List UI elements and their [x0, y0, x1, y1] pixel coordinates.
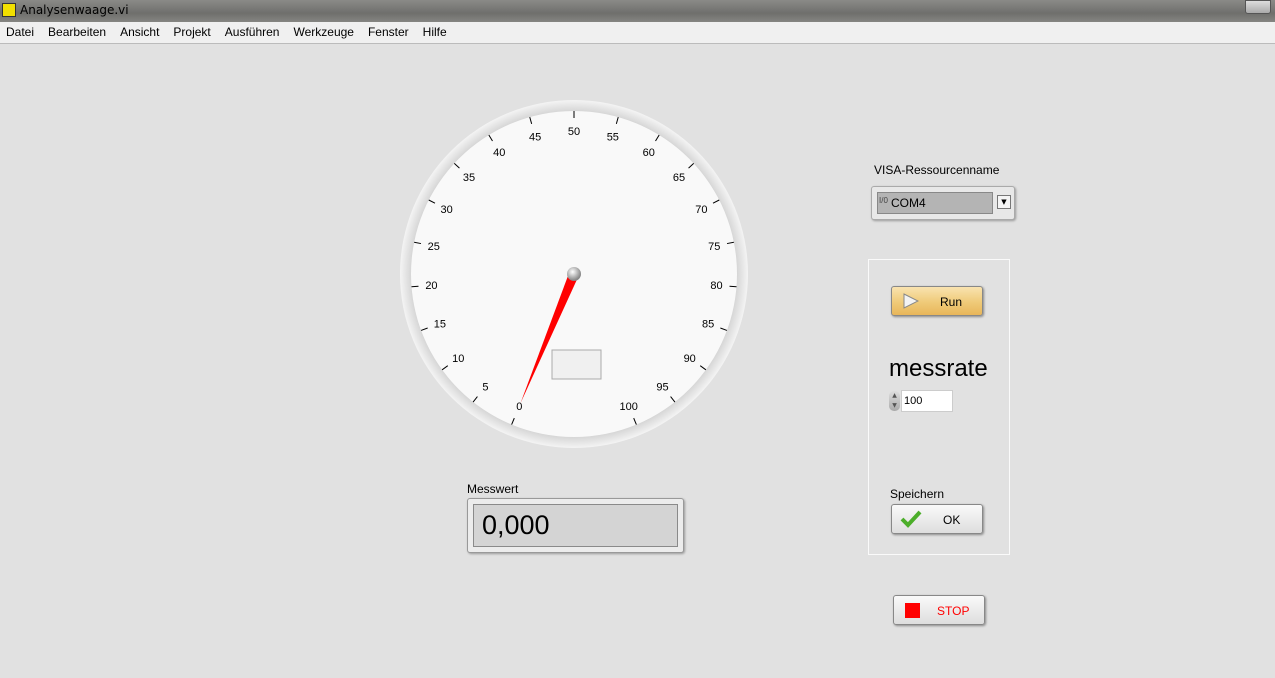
- gauge-tick: [729, 285, 737, 288]
- title-bar: Analysenwaage.vi: [0, 0, 1275, 22]
- messrate-control[interactable]: ▲ ▼ 100: [889, 390, 953, 412]
- gauge-digital-display: [551, 349, 602, 380]
- messrate-input[interactable]: 100: [901, 390, 953, 412]
- stop-button[interactable]: STOP: [893, 595, 985, 625]
- window-title: Analysenwaage.vi: [20, 3, 129, 17]
- gauge-tick-label: 5: [482, 381, 488, 393]
- menu-werkzeuge[interactable]: Werkzeuge: [293, 22, 353, 43]
- stop-icon: [905, 603, 920, 618]
- gauge-tick-label: 85: [702, 318, 714, 330]
- speichern-label: Speichern: [890, 487, 945, 501]
- visa-value: COM4: [891, 196, 926, 210]
- checkmark-icon: [900, 510, 922, 528]
- gauge-tick-label: 55: [607, 131, 619, 143]
- gauge[interactable]: 0 5 10 15 20 25 30 35 40 45 50 55 60 65 70 75 80 85 90 95 10…: [396, 96, 752, 452]
- gauge-tick-label: 95: [656, 381, 668, 393]
- visa-resource-control[interactable]: I/0 COM4 ▼: [871, 186, 1015, 220]
- gauge-tick-label: 20: [425, 280, 437, 292]
- gauge-tick-label: 50: [568, 126, 580, 138]
- gauge-tick-label: 0: [516, 401, 522, 413]
- messwert-label: Messwert: [467, 482, 519, 496]
- dropdown-arrow-icon[interactable]: ▼: [997, 195, 1011, 209]
- run-button[interactable]: Run: [891, 286, 983, 316]
- speichern-ok-button[interactable]: OK: [891, 504, 983, 534]
- menu-projekt[interactable]: Projekt: [173, 22, 210, 43]
- gauge-tick-label: 65: [673, 172, 685, 184]
- stop-label: STOP: [937, 604, 970, 618]
- menu-bar: Datei Bearbeiten Ansicht Projekt Ausführ…: [0, 22, 1275, 44]
- menu-ausfuehren[interactable]: Ausführen: [225, 22, 280, 43]
- labview-vi-icon: [2, 3, 16, 17]
- menu-datei[interactable]: Datei: [6, 22, 34, 43]
- messrate-label: messrate: [889, 355, 988, 382]
- visa-field[interactable]: I/0 COM4: [877, 192, 993, 214]
- visa-label: VISA-Ressourcenname: [874, 163, 1000, 177]
- gauge-tick-label: 100: [620, 401, 638, 413]
- messwert-indicator: 0,000: [467, 498, 684, 553]
- gauge-tick-label: 90: [684, 353, 696, 365]
- gauge-tick-label: 10: [452, 353, 464, 365]
- play-icon: [903, 293, 919, 309]
- gauge-tick-label: 15: [434, 318, 446, 330]
- gauge-tick-label: 60: [643, 147, 655, 159]
- gauge-tick: [411, 285, 419, 288]
- menu-ansicht[interactable]: Ansicht: [120, 22, 159, 43]
- gauge-tick-label: 30: [440, 204, 452, 216]
- minimize-button[interactable]: [1245, 0, 1271, 14]
- gauge-tick-label: 35: [463, 172, 475, 184]
- gauge-tick-label: 75: [708, 241, 720, 253]
- run-label: Run: [940, 295, 963, 309]
- gauge-tick-label: 25: [428, 241, 440, 253]
- io-icon: I/0: [879, 196, 888, 205]
- gauge-tick-label: 80: [710, 280, 722, 292]
- menu-bearbeiten[interactable]: Bearbeiten: [48, 22, 106, 43]
- increment-decrement-icon[interactable]: ▲ ▼: [889, 391, 900, 411]
- gauge-tick-label: 70: [695, 204, 707, 216]
- ok-label: OK: [943, 513, 961, 527]
- menu-hilfe[interactable]: Hilfe: [423, 22, 447, 43]
- messwert-value: 0,000: [473, 504, 678, 547]
- gauge-tick-label: 40: [493, 147, 505, 159]
- menu-fenster[interactable]: Fenster: [368, 22, 409, 43]
- gauge-pivot: [567, 267, 581, 281]
- gauge-tick-label: 45: [529, 131, 541, 143]
